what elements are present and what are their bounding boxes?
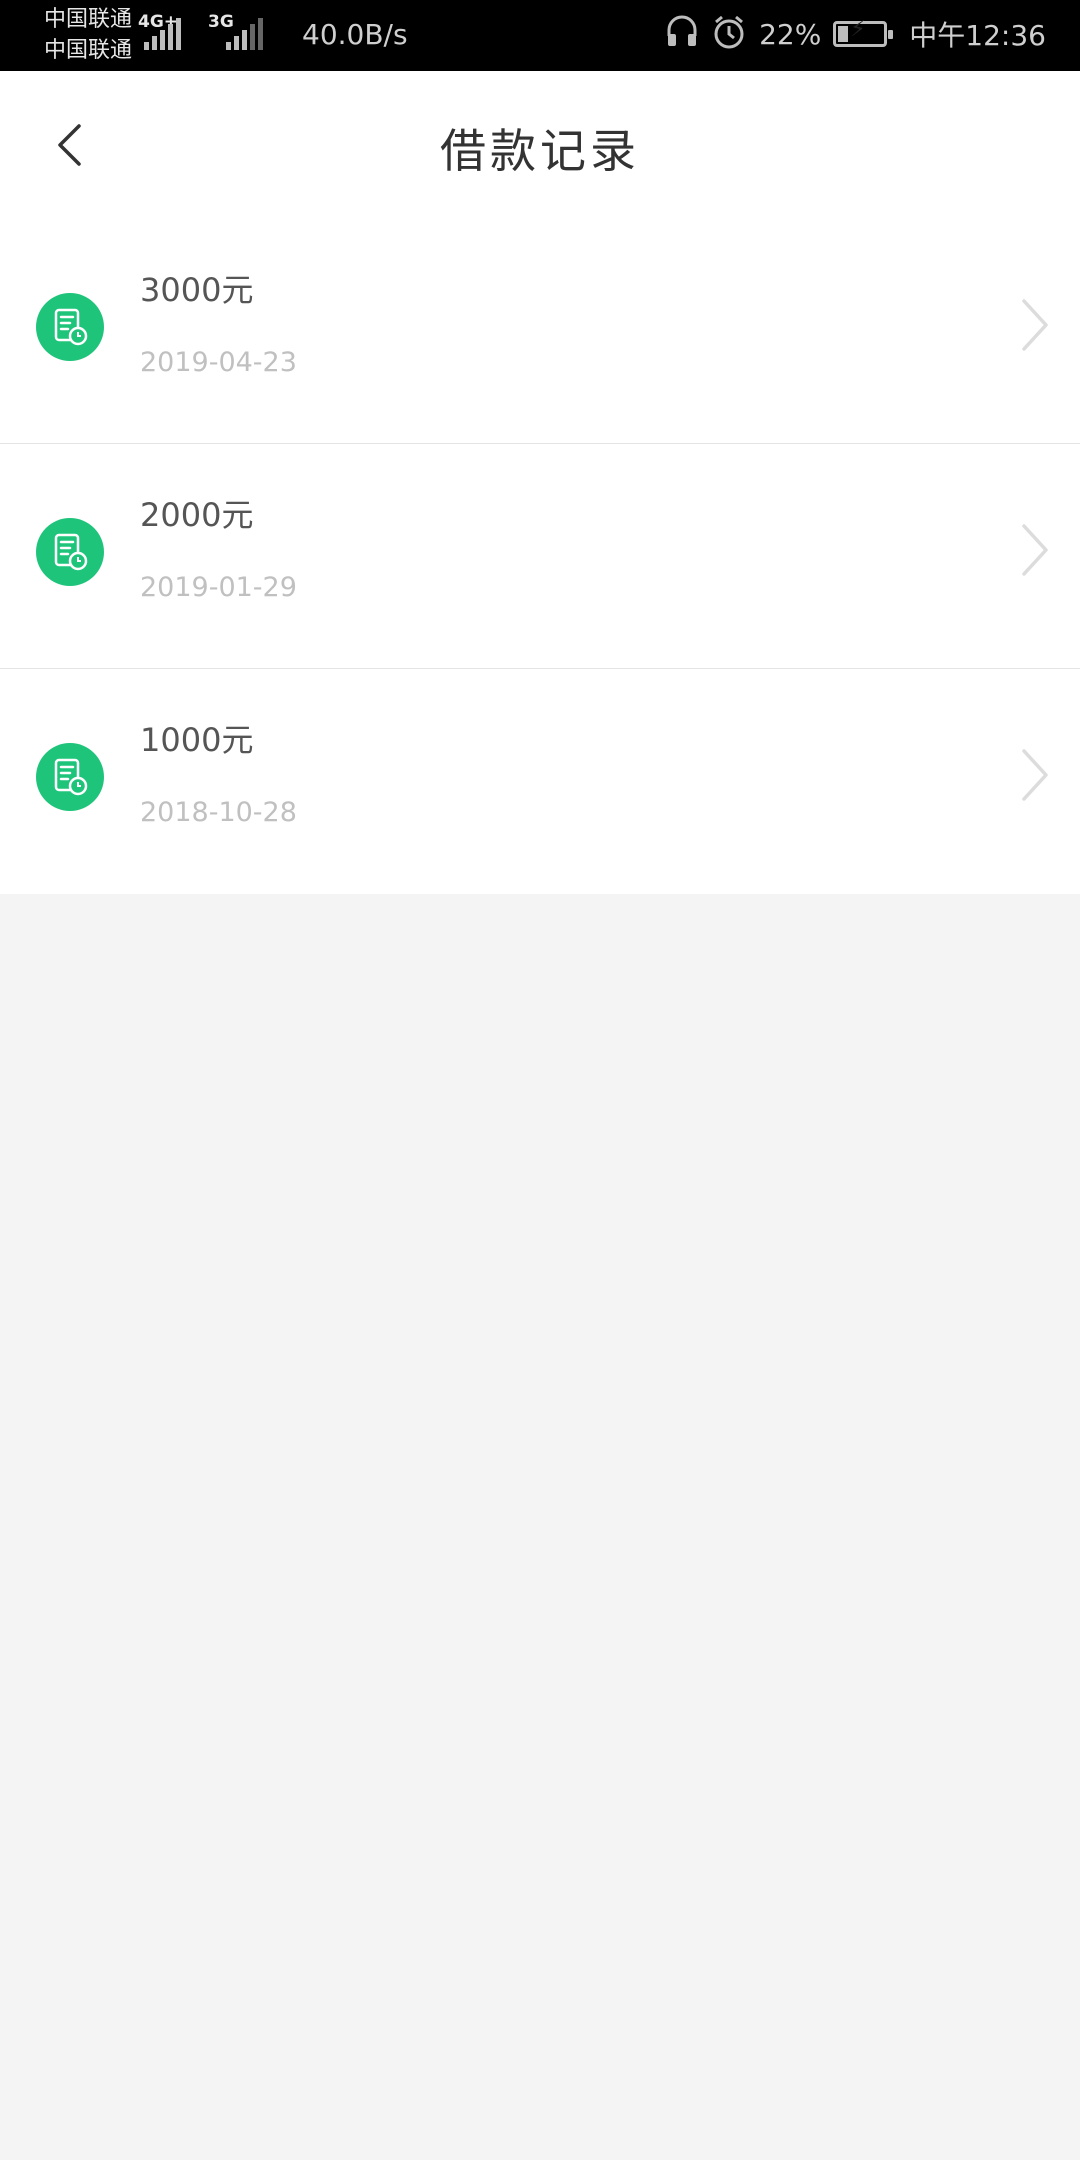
record-document-icon [36, 293, 104, 361]
carrier-label-1: 中国联通 [44, 7, 133, 32]
loan-record-item[interactable]: 1000元 2018-10-28 [0, 669, 1080, 894]
status-bar: 中国联通 中国联通 4G+ 3G 40.0B/s 22% ⚡ 中午12:36 [0, 0, 1080, 71]
clock: 中午12:36 [909, 19, 1046, 52]
chevron-right-icon [1022, 299, 1048, 351]
loan-record-item[interactable]: 2000元 2019-01-29 [0, 444, 1080, 669]
record-date: 2018-10-28 [140, 797, 297, 828]
loan-record-item[interactable]: 3000元 2019-04-23 [0, 219, 1080, 444]
record-date: 2019-04-23 [140, 347, 297, 378]
battery-percent: 22% [759, 17, 822, 51]
record-document-icon [36, 743, 104, 811]
page-title: 借款记录 [440, 124, 640, 178]
chevron-right-icon [1022, 749, 1048, 801]
record-amount: 3000元 [140, 271, 254, 309]
headphones-icon [665, 14, 699, 54]
signal-strength-icon-2 [226, 18, 263, 50]
signal-strength-icon [144, 18, 181, 50]
loan-record-list: 3000元 2019-04-23 2000元 2019-01-29 1000元 … [0, 219, 1080, 894]
record-amount: 2000元 [140, 496, 254, 534]
chevron-right-icon [1022, 524, 1048, 576]
record-document-icon [36, 518, 104, 586]
network-speed: 40.0B/s [302, 18, 408, 51]
carrier-group: 中国联通 中国联通 [44, 4, 132, 66]
status-right-group: 22% ⚡ 中午12:36 [665, 14, 1046, 54]
battery-charging-icon: ⚡ [833, 19, 894, 47]
nav-bar: 借款记录 [0, 71, 1080, 219]
record-date: 2019-01-29 [140, 572, 297, 603]
record-amount: 1000元 [140, 721, 254, 759]
carrier-label-2: 中国联通 [44, 38, 133, 63]
alarm-icon [711, 14, 747, 54]
